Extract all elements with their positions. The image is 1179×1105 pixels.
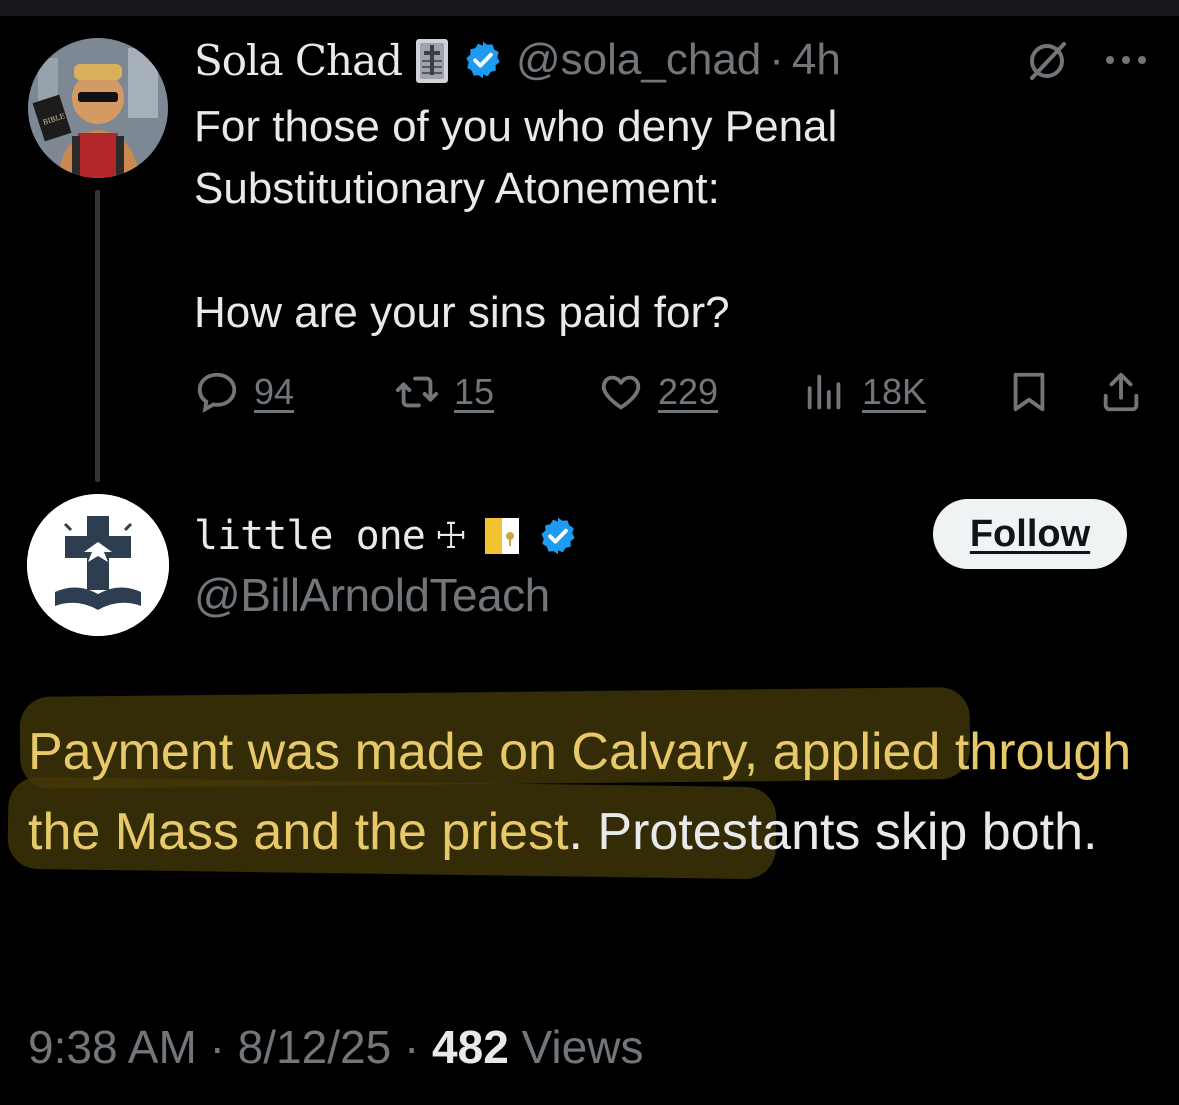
reply-header: little one ☩ (194, 508, 579, 564)
bookmark-button[interactable] (1006, 364, 1052, 420)
tweet-action-bar: 94 15 229 18K (194, 364, 1154, 420)
heart-icon (601, 375, 641, 410)
views-icon (807, 374, 841, 410)
tweet-timestamp[interactable]: 4h (792, 35, 841, 85)
church-tower-emoji-icon (414, 35, 450, 85)
reply-author-handle[interactable]: @BillArnoldTeach (194, 568, 550, 622)
reply-author-name[interactable]: little one (194, 513, 426, 559)
reply-date[interactable]: 8/12/25 (238, 1021, 391, 1073)
reply-meta: 9:38 AM · 8/12/25 · 482 Views (28, 1020, 643, 1074)
bookmark-icon (1013, 372, 1045, 412)
reply-views-count: 482 (432, 1021, 509, 1073)
thread-connector-line (95, 190, 100, 482)
like-button[interactable]: 229 (598, 364, 718, 420)
separator-dot: · (209, 1021, 225, 1073)
more-icon[interactable] (1102, 40, 1150, 80)
separator-dot: · (403, 1021, 420, 1073)
views-count: 18K (862, 371, 927, 412)
share-icon (1103, 372, 1139, 412)
tweet-text-line: For those of you who deny Penal Substitu… (194, 102, 838, 213)
vatican-flag-icon (485, 516, 520, 556)
status-bar-strip (0, 0, 1179, 16)
grok-icon[interactable] (1024, 38, 1070, 84)
reply-button[interactable]: 94 (194, 364, 294, 420)
reply-icon (197, 372, 237, 413)
tweet-text: For those of you who deny Penal Substitu… (194, 96, 1094, 344)
reply-time[interactable]: 9:38 AM (28, 1021, 197, 1073)
verified-badge-icon[interactable] (537, 515, 579, 557)
repost-button[interactable]: 15 (394, 364, 494, 420)
reply-text-rest: . Protestants skip both. (568, 803, 1098, 861)
reply-count: 94 (254, 371, 295, 412)
tweet-text-line: How are your sins paid for? (194, 288, 730, 337)
sola-chad-avatar[interactable]: BIBLE (28, 38, 168, 178)
share-button[interactable] (1098, 364, 1144, 420)
follow-button[interactable]: Follow (933, 499, 1127, 569)
repost-count: 15 (454, 371, 495, 412)
cross-icon: ☩ (434, 515, 468, 556)
separator-dot: · (769, 35, 784, 84)
little-one-avatar[interactable] (27, 494, 169, 636)
verified-badge-icon[interactable] (462, 39, 504, 81)
tweet-header: Sola Chad @sola_chad · 4h (194, 32, 841, 88)
repost-icon (395, 376, 439, 408)
author-name[interactable]: Sola Chad (194, 36, 403, 85)
reply-text: Payment was made on Calvary, applied thr… (28, 712, 1158, 872)
author-handle[interactable]: @sola_chad (516, 35, 761, 85)
like-count: 229 (658, 371, 719, 412)
views-button[interactable]: 18K (802, 364, 926, 420)
reply-views-label[interactable]: Views (522, 1021, 644, 1073)
